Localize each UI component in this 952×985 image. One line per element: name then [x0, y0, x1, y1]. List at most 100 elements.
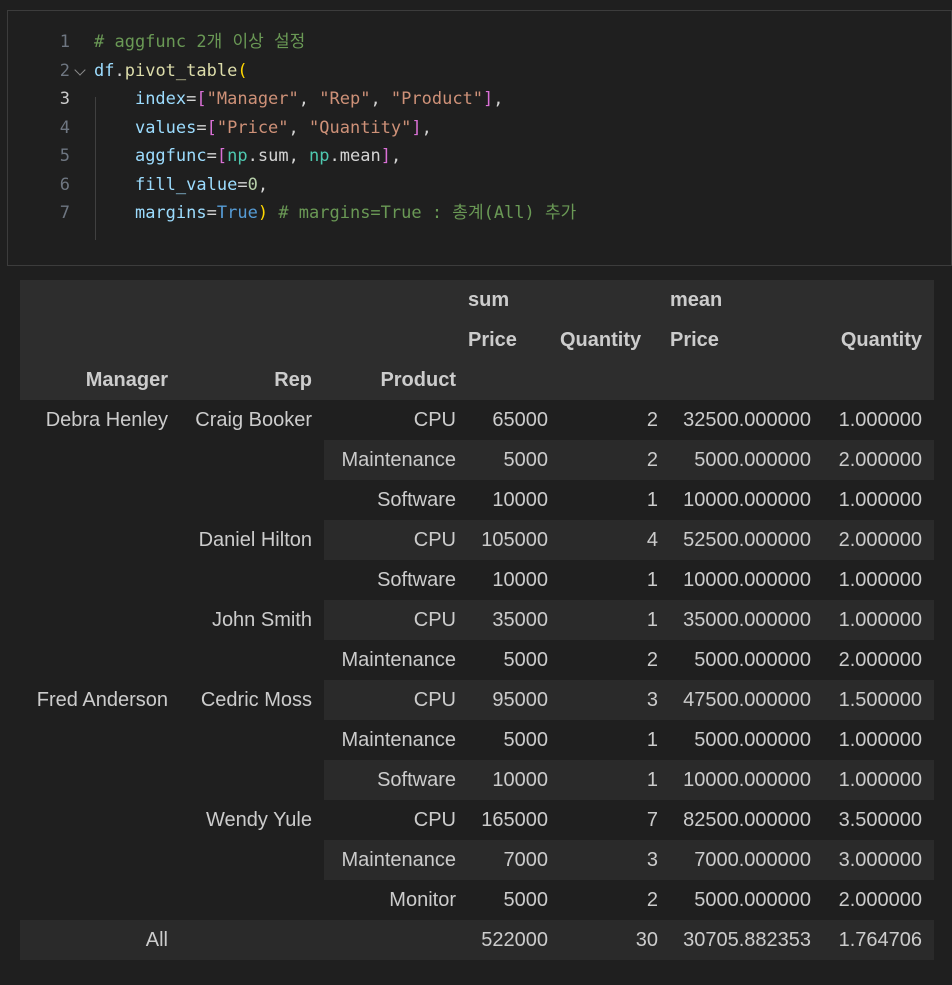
header-sum: sum	[468, 288, 510, 311]
index-product: Software	[377, 768, 456, 791]
table-row: Debra Henley Craig Booker CPU 65000 2 32500.0…	[20, 400, 934, 680]
index-product: Maintenance	[341, 648, 456, 671]
index-product: Maintenance	[341, 448, 456, 471]
code-token: )	[257, 203, 269, 223]
cell-sum-price: 5000	[503, 728, 549, 751]
code-text: fill_value=0,	[94, 171, 268, 199]
index-product: CPU	[413, 688, 456, 711]
cell-sum-quantity: 3	[646, 688, 658, 711]
cell-sum-quantity: 2	[646, 648, 658, 671]
cell-sum-price: 95000	[492, 688, 548, 711]
code-text: aggfunc=[np.sum, np.mean],	[94, 142, 401, 170]
cell-sum-quantity: 2	[646, 408, 658, 431]
cell-mean-quantity: 1.000000	[838, 488, 922, 511]
index-product: Maintenance	[341, 848, 456, 871]
index-manager: Debra Henley	[20, 400, 180, 680]
cell-mean-price: 32500.000000	[683, 408, 811, 431]
cell-sum-price: 522000	[481, 928, 548, 951]
code-token: np	[309, 146, 330, 166]
index-rep	[180, 920, 324, 960]
cell-sum-quantity: 3	[646, 848, 658, 871]
code-line[interactable]: 1 # aggfunc 2개 이상 설정	[8, 28, 951, 56]
header-blank	[468, 360, 560, 400]
code-token: ,	[298, 89, 320, 109]
cell-sum-price: 105000	[481, 528, 548, 551]
code-token: margins	[134, 203, 207, 223]
cell-sum-price: 5000	[503, 448, 549, 471]
index-manager: All	[145, 928, 168, 951]
cell-sum-quantity: 7	[646, 808, 658, 831]
cell-sum-quantity: 1	[646, 488, 658, 511]
line-number: 1	[59, 32, 70, 52]
cell-mean-quantity: 2.000000	[838, 888, 922, 911]
header-blank	[560, 360, 670, 400]
code-token: =	[186, 89, 197, 109]
code-token: "Rep"	[319, 89, 371, 109]
header-sum-quantity: Quantity	[560, 328, 642, 351]
code-line[interactable]: 4 values=["Price", "Quantity"],	[8, 114, 951, 142]
cell-sum-quantity: 1	[646, 768, 658, 791]
header-blank	[324, 320, 468, 360]
code-token: "Product"	[390, 89, 484, 109]
line-number: 6	[59, 175, 70, 195]
code-token: =	[237, 175, 248, 195]
cell-sum-price: 7000	[503, 848, 549, 871]
cell-mean-quantity: 2.000000	[838, 448, 922, 471]
code-token: True	[216, 203, 258, 223]
cell-mean-quantity: 1.764706	[838, 928, 922, 951]
code-cell[interactable]: 1 # aggfunc 2개 이상 설정 2 df.pivot_table(3 ind…	[7, 10, 952, 266]
cell-mean-price: 7000.000000	[694, 848, 811, 871]
table-row-total: All 522000 30 30705.882353 1.764706	[20, 920, 934, 960]
code-text: # aggfunc 2개 이상 설정	[94, 28, 305, 56]
fold-chevron-icon[interactable]	[74, 64, 86, 76]
code-line[interactable]: 3 index=["Manager", "Rep", "Product"],	[8, 85, 951, 113]
cell-mean-price: 5000.000000	[694, 648, 811, 671]
cell-mean-price: 30705.882353	[683, 928, 811, 951]
index-product	[324, 920, 468, 960]
cell-mean-quantity: 1.000000	[838, 728, 922, 751]
code-token: np	[227, 146, 248, 166]
table-row: Fred Anderson Cedric Moss CPU 95000 3 47500.0…	[20, 680, 934, 920]
cell-sum-quantity: 4	[646, 528, 658, 551]
header-blank	[670, 360, 823, 400]
header-mean: mean	[670, 288, 723, 311]
code-token: .	[114, 61, 125, 81]
code-token: .	[329, 146, 340, 166]
cell-mean-price: 5000.000000	[694, 728, 811, 751]
cell-sum-price: 5000	[503, 648, 549, 671]
code-line[interactable]: 5 aggfunc=[np.sum, np.mean],	[8, 142, 951, 170]
code-line[interactable]: 7 margins=True) # margins=True : 총계(All)…	[8, 199, 951, 227]
line-number: 5	[59, 146, 70, 166]
code-token: ,	[421, 118, 432, 138]
code-token: ,	[390, 146, 402, 166]
code-token: fill_value	[134, 175, 238, 195]
cell-sum-quantity: 2	[646, 448, 658, 471]
index-product: Monitor	[389, 888, 456, 911]
code-line[interactable]: 6 fill_value=0,	[8, 171, 951, 199]
cell-mean-quantity: 1.000000	[838, 408, 922, 431]
code-token: ]	[483, 89, 494, 109]
code-token: "Manager"	[206, 89, 299, 109]
cell-mean-price: 47500.000000	[683, 688, 811, 711]
code-line[interactable]: 2 df.pivot_table(	[8, 57, 951, 85]
cell-sum-price: 65000	[492, 408, 548, 431]
code-token: ]	[411, 118, 422, 138]
index-rep: John Smith	[180, 600, 324, 680]
cell-sum-price: 35000	[492, 608, 548, 631]
code-token: =	[206, 146, 217, 166]
cell-mean-price: 82500.000000	[683, 808, 811, 831]
header-row-agg: sum mean	[20, 280, 934, 320]
header-blank	[20, 280, 180, 320]
line-number: 3	[59, 89, 70, 109]
header-blank	[180, 280, 324, 320]
cell-sum-price: 10000	[492, 488, 548, 511]
table-body: Debra Henley Craig Booker CPU 65000 2 32500.0…	[20, 400, 934, 960]
cell-sum-quantity: 30	[635, 928, 658, 951]
cell-mean-quantity: 3.000000	[838, 848, 922, 871]
cell-mean-quantity: 1.000000	[838, 768, 922, 791]
cell-mean-price: 10000.000000	[683, 568, 811, 591]
